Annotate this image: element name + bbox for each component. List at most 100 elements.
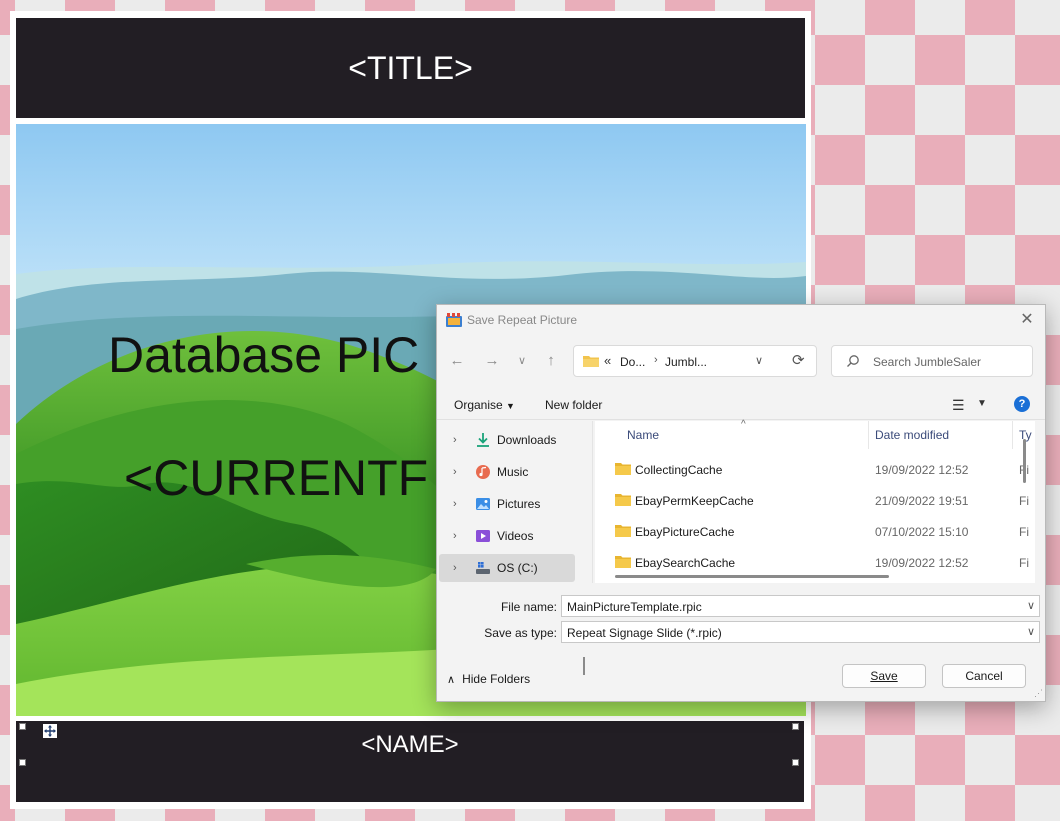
resize-handle-top-left[interactable] [19, 723, 26, 730]
chevron-down-icon[interactable]: ∨ [1027, 625, 1035, 638]
folder-icon [583, 355, 599, 367]
file-name-value: MainPictureTemplate.rpic [567, 600, 702, 614]
download-icon [475, 432, 491, 448]
current-text: <CURRENTF [124, 450, 429, 506]
save-button[interactable]: Save [842, 664, 926, 688]
expand-chevron-icon[interactable]: › [453, 530, 467, 542]
view-options-icon[interactable]: ☰ [952, 397, 965, 414]
title-text: <TITLE> [348, 49, 473, 86]
search-input[interactable]: Search JumbleSaler [873, 355, 981, 369]
nav-item-pictures[interactable]: › Pictures [439, 490, 575, 518]
recent-locations-chevron-icon[interactable]: ∨ [512, 351, 532, 371]
chevron-down-icon[interactable]: ∨ [1027, 599, 1035, 612]
nav-item-videos[interactable]: › Videos [439, 522, 575, 550]
file-row[interactable]: EbayPermKeepCache 21/09/2022 19:51 Fi [595, 485, 1035, 516]
command-bar: Organise ▼ New folder ☰ ▼ ? [437, 391, 1045, 420]
organise-label: Organise [454, 398, 503, 412]
hide-folders-button[interactable]: ∧ Hide Folders [447, 672, 530, 686]
app-icon [446, 313, 462, 327]
column-header-date[interactable]: Date modified [875, 421, 949, 449]
forward-arrow-icon[interactable]: → [482, 351, 502, 371]
dialog-titlebar[interactable]: Save Repeat Picture ✕ [437, 305, 1045, 335]
horizontal-scrollbar-thumb[interactable] [615, 575, 889, 578]
file-date: 21/09/2022 19:51 [875, 494, 969, 508]
chevron-down-icon[interactable]: ▼ [977, 398, 987, 409]
nav-item-label: Videos [497, 529, 534, 543]
file-row[interactable]: CollectingCache 19/09/2022 12:52 Fi [595, 454, 1035, 485]
close-icon[interactable]: ✕ [1017, 310, 1037, 330]
nav-item-label: Music [497, 465, 529, 479]
file-name-label: File name: [500, 600, 557, 614]
file-name: EbaySearchCache [635, 556, 736, 570]
music-icon [475, 464, 491, 480]
nav-item-os-c[interactable]: › OS (C:) [439, 554, 575, 582]
name-text: <NAME> [361, 731, 459, 758]
expand-chevron-icon[interactable]: › [453, 466, 467, 478]
new-folder-button[interactable]: New folder [545, 398, 602, 412]
file-name: EbayPermKeepCache [635, 494, 754, 508]
chevron-down-icon: ▼ [506, 401, 515, 411]
folder-icon [615, 462, 631, 475]
search-box[interactable]: Search JumbleSaler [831, 345, 1033, 377]
column-divider[interactable] [868, 421, 869, 449]
drive-icon [475, 560, 491, 576]
scrollbar-thumb[interactable] [583, 657, 585, 675]
up-arrow-icon[interactable]: ↑ [541, 351, 561, 371]
dialog-title: Save Repeat Picture [467, 313, 578, 327]
folder-icon [615, 555, 631, 568]
file-date: 07/10/2022 15:10 [875, 525, 969, 539]
file-row[interactable]: EbaySearchCache 19/09/2022 12:52 Fi [595, 547, 1035, 578]
pane-divider[interactable] [592, 421, 593, 583]
nav-item-label: OS (C:) [497, 561, 538, 575]
column-header-name[interactable]: Name [627, 421, 659, 449]
resize-handle-middle-right[interactable] [792, 759, 799, 766]
name-placeholder[interactable]: <NAME> [16, 721, 804, 802]
resize-grip-icon[interactable]: ⋰ [1034, 688, 1043, 699]
breadcrumb-segment[interactable]: Do... [620, 355, 645, 369]
refresh-icon[interactable]: ⟳ [792, 351, 805, 369]
file-type: Fi [1019, 556, 1029, 570]
chevron-up-icon: ∧ [447, 673, 456, 686]
nav-item-label: Downloads [497, 433, 557, 447]
sort-ascending-icon: ^ [741, 419, 746, 430]
cancel-button[interactable]: Cancel [942, 664, 1026, 688]
resize-handle-top-right[interactable] [792, 723, 799, 730]
back-arrow-icon[interactable]: ← [447, 351, 467, 371]
file-type: Fi [1019, 525, 1029, 539]
file-name: CollectingCache [635, 463, 723, 477]
save-type-select[interactable]: Repeat Signage Slide (*.rpic) ∨ [561, 621, 1040, 643]
more-locations-icon[interactable]: « [604, 353, 611, 368]
videos-icon [475, 528, 491, 544]
file-row[interactable]: EbayPictureCache 07/10/2022 15:10 Fi [595, 516, 1035, 547]
address-bar[interactable]: « Do... › Jumbl... ∨ ⟳ [573, 345, 817, 377]
resize-handle-middle-left[interactable] [19, 759, 26, 766]
expand-chevron-icon[interactable]: › [453, 562, 467, 574]
search-icon [846, 354, 860, 368]
cancel-label: Cancel [965, 669, 1003, 683]
save-dialog: Save Repeat Picture ✕ ← → ∨ ↑ « Do... › … [436, 304, 1046, 702]
hide-folders-label: Hide Folders [462, 672, 531, 686]
nav-item-downloads[interactable]: › Downloads [439, 426, 575, 454]
navigation-bar: ← → ∨ ↑ « Do... › Jumbl... ∨ ⟳ Search Ju… [437, 343, 1045, 379]
move-icon[interactable] [43, 724, 57, 738]
folder-icon [615, 493, 631, 506]
file-date: 19/09/2022 12:52 [875, 463, 969, 477]
save-type-label: Save as type: [484, 626, 557, 640]
file-name-input[interactable]: MainPictureTemplate.rpic ∨ [561, 595, 1040, 617]
database-text: Database PIC [108, 327, 420, 383]
file-list: ^ Name Date modified Ty CollectingCache … [595, 419, 1035, 583]
chevron-down-icon[interactable]: ∨ [755, 354, 763, 367]
expand-chevron-icon[interactable]: › [453, 434, 467, 446]
nav-item-music[interactable]: › Music [439, 458, 575, 486]
pictures-icon [475, 496, 491, 512]
vertical-scrollbar-thumb[interactable] [1023, 439, 1026, 483]
breadcrumb-segment[interactable]: Jumbl... [665, 355, 707, 369]
column-divider[interactable] [1012, 421, 1013, 449]
save-label: Save [870, 669, 898, 683]
expand-chevron-icon[interactable]: › [453, 498, 467, 510]
organise-button[interactable]: Organise ▼ [454, 398, 515, 412]
title-placeholder[interactable]: <TITLE> [16, 18, 805, 118]
file-name: EbayPictureCache [635, 525, 735, 539]
help-icon[interactable]: ? [1014, 396, 1030, 412]
breadcrumb-separator-icon: › [654, 354, 658, 366]
